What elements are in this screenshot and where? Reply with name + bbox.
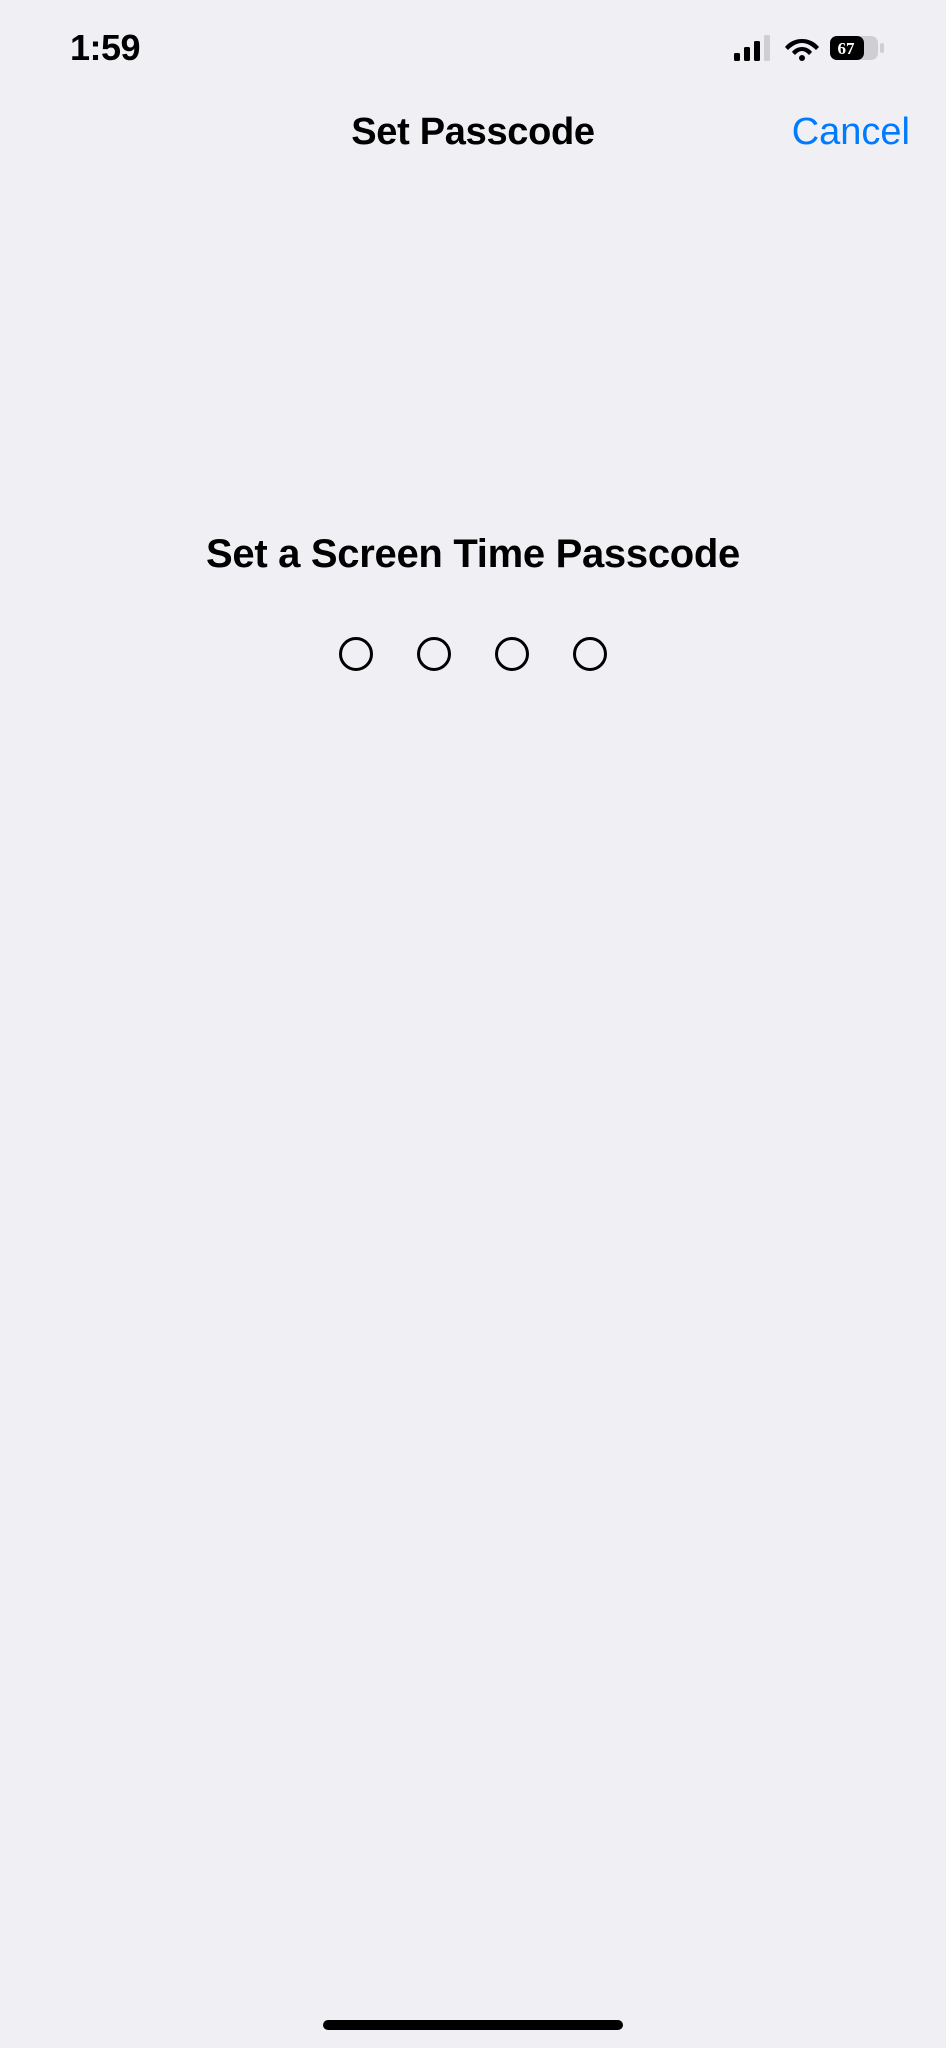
svg-text:67: 67	[838, 39, 856, 58]
page-title: Set Passcode	[351, 111, 595, 154]
status-bar: 1:59 67	[0, 0, 946, 70]
passcode-input[interactable]	[0, 637, 946, 671]
cellular-signal-icon	[734, 35, 774, 61]
passcode-digit-1	[339, 637, 373, 671]
status-indicators: 67	[734, 35, 886, 61]
passcode-digit-3	[495, 637, 529, 671]
wifi-icon	[784, 35, 820, 61]
home-indicator[interactable]	[323, 2020, 623, 2030]
content-area: Set a Screen Time Passcode	[0, 532, 946, 671]
passcode-digit-4	[573, 637, 607, 671]
passcode-prompt: Set a Screen Time Passcode	[0, 532, 946, 577]
status-time: 1:59	[70, 27, 140, 69]
battery-icon: 67	[830, 35, 886, 61]
cancel-button[interactable]: Cancel	[792, 111, 910, 154]
navigation-bar: Set Passcode Cancel	[0, 92, 946, 172]
passcode-digit-2	[417, 637, 451, 671]
